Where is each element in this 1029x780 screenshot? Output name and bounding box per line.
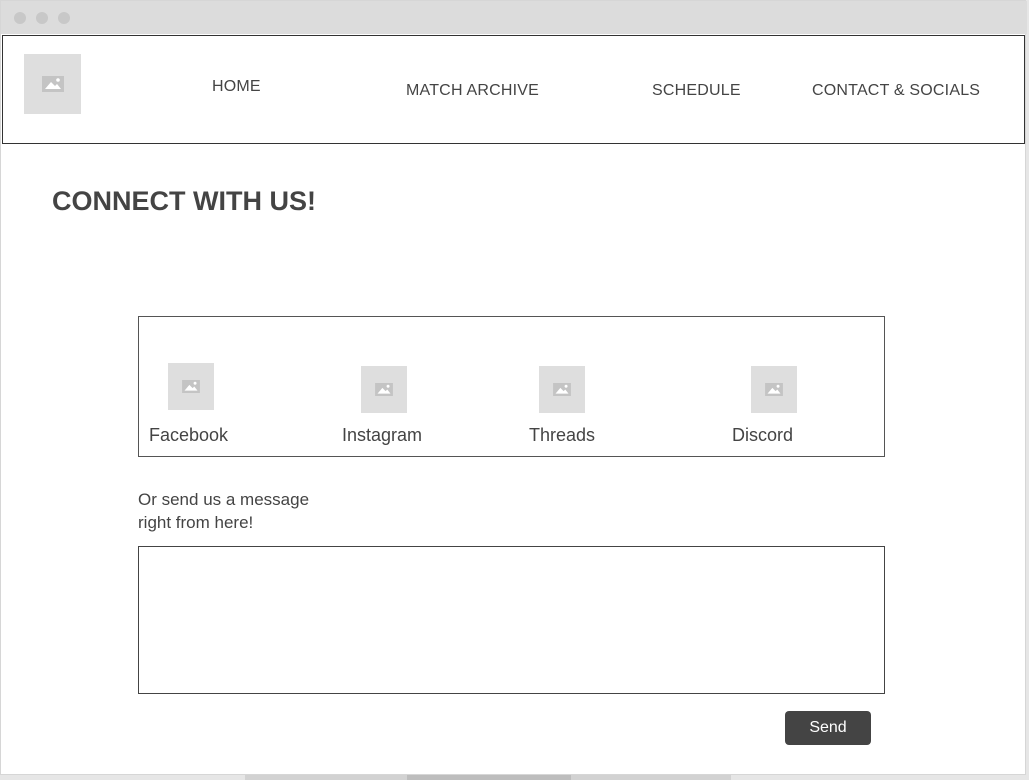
image-icon bbox=[41, 76, 64, 92]
instagram-link[interactable]: Instagram bbox=[342, 425, 422, 446]
discord-link[interactable]: Discord bbox=[732, 425, 793, 446]
image-icon bbox=[182, 380, 200, 393]
discord-icon-placeholder[interactable] bbox=[751, 366, 797, 413]
facebook-icon-placeholder[interactable] bbox=[168, 363, 214, 410]
social-links-panel: Facebook Instagram Threads Discord bbox=[138, 316, 885, 457]
nav-home-link[interactable]: HOME bbox=[212, 78, 261, 96]
image-icon bbox=[765, 383, 783, 396]
message-prompt: Or send us a message right from here! bbox=[138, 488, 358, 534]
window-maximize-dot[interactable] bbox=[58, 12, 70, 24]
message-prompt-line-1: Or send us a message bbox=[138, 490, 310, 509]
image-icon bbox=[375, 383, 393, 396]
window-titlebar bbox=[1, 1, 1027, 34]
bottom-edge-tab-center bbox=[407, 775, 571, 780]
send-button[interactable]: Send bbox=[785, 711, 871, 745]
nav-match-archive-link[interactable]: MATCH ARCHIVE bbox=[406, 82, 539, 100]
image-icon bbox=[553, 383, 571, 396]
message-textarea[interactable] bbox=[138, 546, 885, 694]
facebook-link[interactable]: Facebook bbox=[149, 425, 228, 446]
instagram-icon-placeholder[interactable] bbox=[361, 366, 407, 413]
nav-schedule-link[interactable]: SCHEDULE bbox=[652, 82, 741, 100]
threads-link[interactable]: Threads bbox=[529, 425, 595, 446]
message-prompt-line-2: right from here! bbox=[138, 513, 254, 532]
window-minimize-dot[interactable] bbox=[36, 12, 48, 24]
page-title: CONNECT WITH US! bbox=[52, 186, 316, 216]
nav-contact-socials-link[interactable]: CONTACT & SOCIALS bbox=[812, 82, 980, 100]
window-close-dot[interactable] bbox=[14, 12, 26, 24]
threads-icon-placeholder[interactable] bbox=[539, 366, 585, 413]
logo-image-placeholder[interactable] bbox=[24, 54, 81, 114]
browser-window: HOME MATCH ARCHIVE SCHEDULE CONTACT & SO… bbox=[0, 0, 1027, 775]
main-navbar: HOME MATCH ARCHIVE SCHEDULE CONTACT & SO… bbox=[2, 35, 1025, 144]
